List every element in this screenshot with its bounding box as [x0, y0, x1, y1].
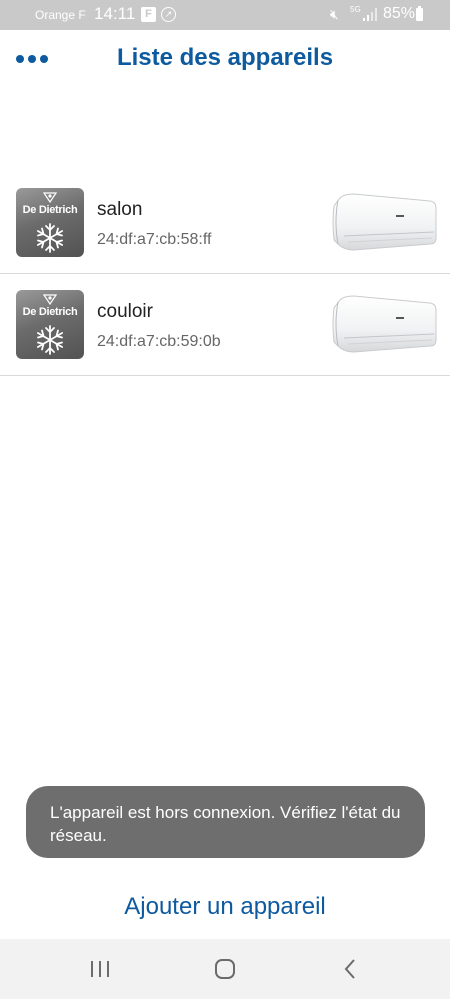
device-list: De Dietrich salon 24:df:a7:cb:58:ff De D…: [0, 172, 450, 376]
crest-icon: [43, 192, 57, 203]
crest-icon: [43, 294, 57, 305]
offline-toast: L'appareil est hors connexion. Vérifiez …: [26, 786, 425, 858]
battery-percentage: 85%: [383, 5, 416, 22]
brand-name: De Dietrich: [22, 204, 78, 216]
back-button[interactable]: [310, 939, 390, 999]
device-mac-address: 24:df:a7:cb:59:0b: [97, 333, 221, 350]
brand-name: De Dietrich: [22, 306, 78, 318]
device-mac-address: 24:df:a7:cb:58:ff: [97, 231, 212, 248]
device-row-salon[interactable]: De Dietrich salon 24:df:a7:cb:58:ff: [0, 172, 450, 274]
air-conditioner-image: [332, 193, 437, 251]
recents-icon: [91, 961, 109, 977]
app-header: Liste des appareils: [0, 30, 450, 90]
add-device-button[interactable]: Ajouter un appareil: [0, 893, 450, 921]
navigation-notification-icon: ↗: [161, 7, 176, 22]
recents-button[interactable]: [60, 939, 140, 999]
flipboard-notification-icon: F: [141, 7, 156, 22]
page-title: Liste des appareils: [116, 44, 334, 71]
home-button[interactable]: [185, 939, 265, 999]
home-icon: [215, 959, 235, 979]
device-name: salon: [97, 199, 143, 220]
signal-icon: [363, 8, 377, 21]
status-bar: Orange F 14:11 F ↗ 🔇︎ 5G 85%: [0, 0, 450, 30]
device-name: couloir: [97, 301, 153, 322]
system-navigation-bar: [0, 939, 450, 999]
network-type-icon: 5G: [350, 5, 361, 14]
device-row-couloir[interactable]: De Dietrich couloir 24:df:a7:cb:59:0b: [0, 274, 450, 376]
snowflake-icon: [37, 325, 64, 355]
clock: 14:11: [94, 4, 136, 23]
air-conditioner-image: [332, 295, 437, 353]
carrier-label: Orange F: [35, 8, 86, 22]
brand-logo: De Dietrich: [16, 290, 84, 359]
brand-logo: De Dietrich: [16, 188, 84, 257]
back-icon: [344, 959, 355, 979]
mute-icon: 🔇︎: [330, 6, 339, 22]
snowflake-icon: [37, 223, 64, 253]
battery-icon: [416, 6, 423, 21]
